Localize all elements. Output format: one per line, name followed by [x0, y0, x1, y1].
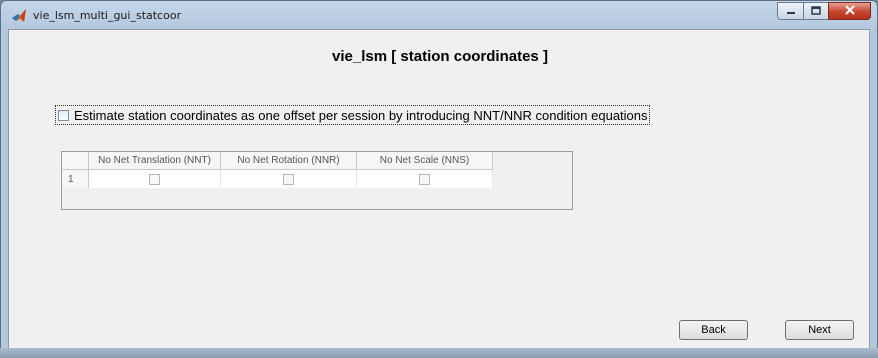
column-header-nnr[interactable]: No Net Rotation (NNR)	[221, 152, 357, 170]
back-button[interactable]: Back	[679, 320, 748, 340]
nnr-cell[interactable]	[221, 170, 357, 188]
matlab-icon	[11, 8, 27, 24]
table-row: 1	[62, 170, 493, 188]
app-window: vie_lsm_multi_gui_statcoor vie_lsm [ sta…	[0, 0, 878, 358]
table-header: No Net Translation (NNT) No Net Rotation…	[62, 152, 493, 170]
close-button[interactable]	[828, 2, 871, 20]
column-header-nnt[interactable]: No Net Translation (NNT)	[89, 152, 221, 170]
estimate-coordinates-label: Estimate station coordinates as one offs…	[74, 107, 648, 123]
window-title: vie_lsm_multi_gui_statcoor	[33, 9, 182, 22]
row-header: 1	[62, 170, 89, 188]
condition-table: No Net Translation (NNT) No Net Rotation…	[61, 151, 573, 210]
close-icon	[844, 2, 856, 20]
maximize-icon	[811, 2, 821, 20]
nnr-checkbox[interactable]	[283, 173, 294, 185]
page-title: vie_lsm [ station coordinates ]	[332, 48, 548, 65]
nnt-checkbox[interactable]	[149, 173, 160, 185]
next-button[interactable]: Next	[785, 320, 854, 340]
window-controls	[777, 2, 871, 20]
title-bar[interactable]: vie_lsm_multi_gui_statcoor	[1, 1, 877, 29]
taskbar-edge	[0, 348, 878, 358]
estimate-coordinates-checkbox-row[interactable]: Estimate station coordinates as one offs…	[55, 105, 650, 125]
nns-checkbox[interactable]	[419, 173, 430, 185]
minimize-icon	[786, 2, 796, 20]
minimize-button[interactable]	[777, 2, 803, 20]
nnt-cell[interactable]	[89, 170, 221, 188]
corner-header-cell	[62, 152, 89, 170]
column-header-nns[interactable]: No Net Scale (NNS)	[357, 152, 493, 170]
nns-cell[interactable]	[357, 170, 493, 188]
client-area: vie_lsm [ station coordinates ] Estimate…	[8, 29, 870, 349]
estimate-coordinates-checkbox[interactable]	[58, 109, 69, 121]
maximize-button[interactable]	[803, 2, 828, 20]
